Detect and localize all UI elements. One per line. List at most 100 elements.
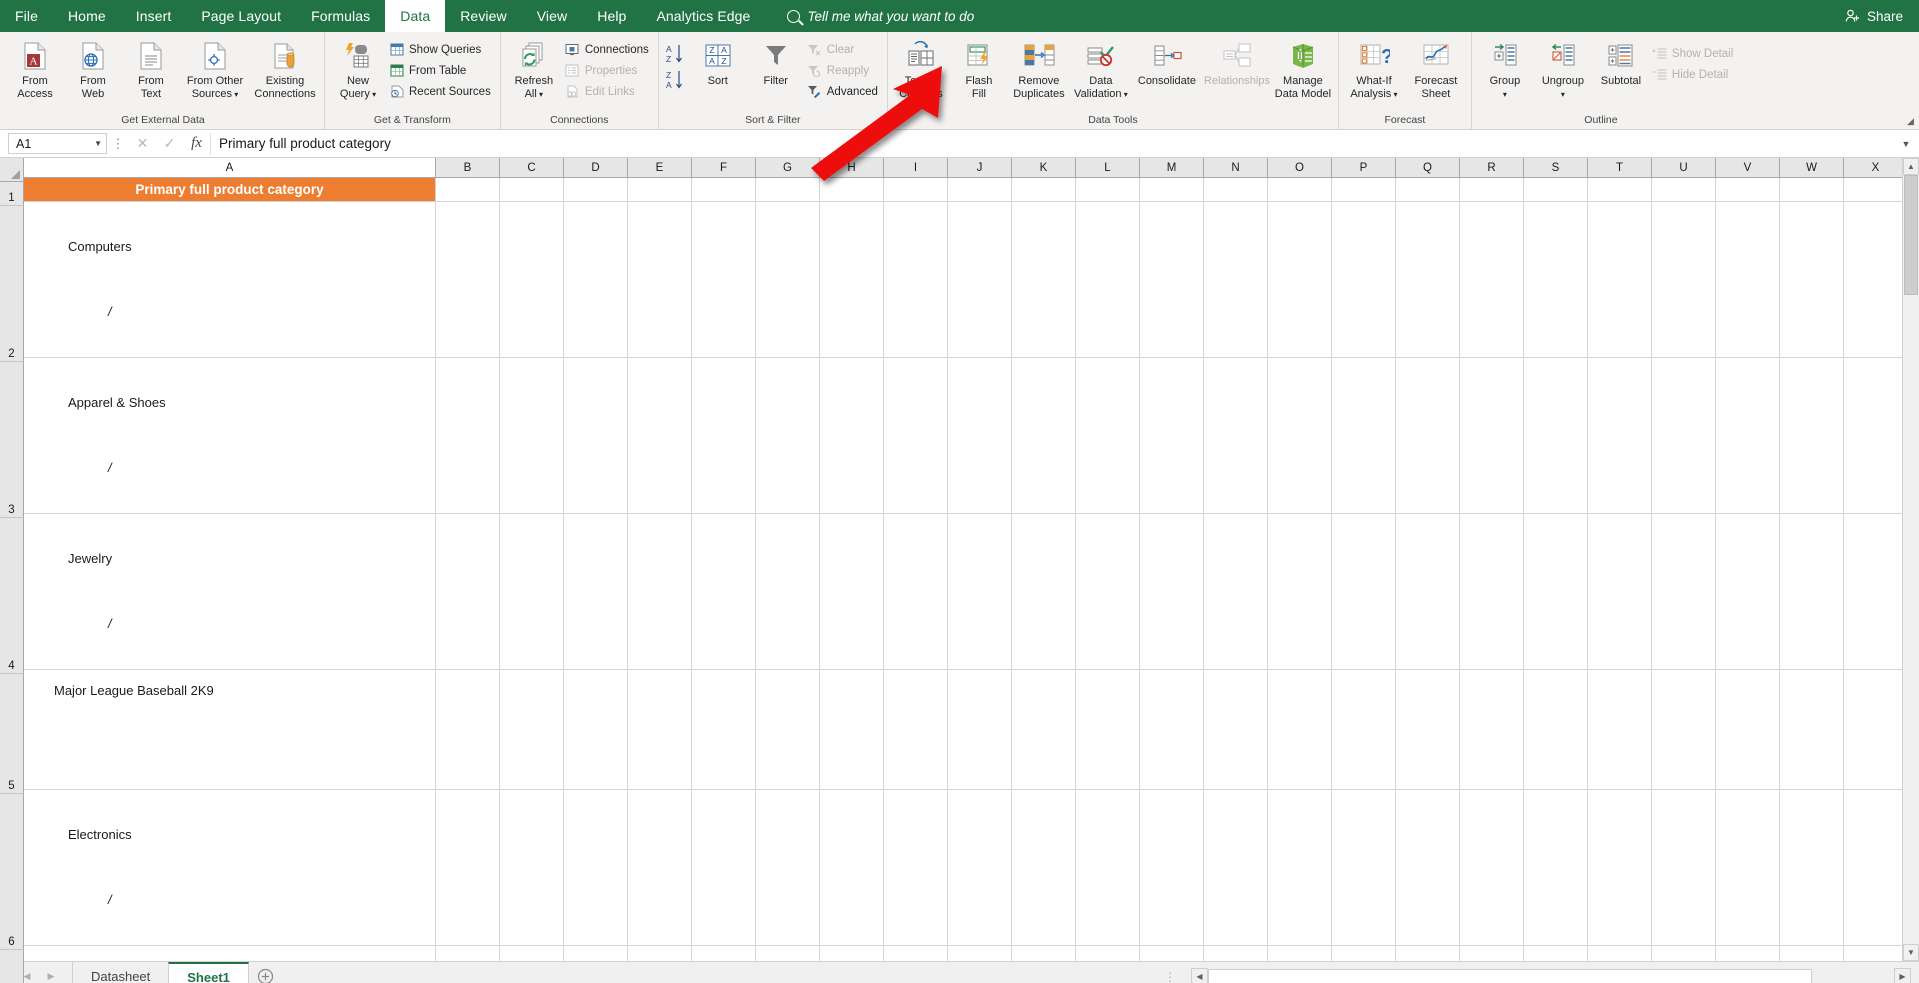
- cell-O6[interactable]: [1268, 790, 1332, 945]
- sort-button[interactable]: Z A A Z Sort: [689, 35, 747, 88]
- cell-H7[interactable]: [820, 946, 884, 961]
- cell-R5[interactable]: [1460, 670, 1524, 789]
- cell-S4[interactable]: [1524, 514, 1588, 669]
- cell-E4[interactable]: [628, 514, 692, 669]
- column-header-V[interactable]: V: [1716, 158, 1780, 178]
- cell-D3[interactable]: [564, 358, 628, 513]
- cell-B4[interactable]: [436, 514, 500, 669]
- cell-L3[interactable]: [1076, 358, 1140, 513]
- scroll-left-icon[interactable]: ◀: [1191, 968, 1208, 983]
- cell-K6[interactable]: [1012, 790, 1076, 945]
- cell-R1[interactable]: [1460, 178, 1524, 201]
- horizontal-scrollbar[interactable]: ◀ ▶: [1191, 968, 1911, 983]
- from-text-button[interactable]: From Text: [122, 35, 180, 100]
- data-validation-button[interactable]: Data Validation ▾: [1070, 35, 1132, 101]
- tab-page-layout[interactable]: Page Layout: [186, 0, 296, 32]
- cell-U2[interactable]: [1652, 202, 1716, 357]
- row-header-1[interactable]: 1: [0, 182, 24, 206]
- cell-L6[interactable]: [1076, 790, 1140, 945]
- cell-H1[interactable]: [820, 178, 884, 201]
- cell-T7[interactable]: [1588, 946, 1652, 961]
- cell-K3[interactable]: [1012, 358, 1076, 513]
- row-header-3[interactable]: 3: [0, 362, 24, 518]
- cell-T5[interactable]: [1588, 670, 1652, 789]
- cell-U4[interactable]: [1652, 514, 1716, 669]
- cell-W7[interactable]: [1780, 946, 1844, 961]
- manage-data-model-button[interactable]: Manage Data Model: [1272, 35, 1334, 100]
- cell-I3[interactable]: [884, 358, 948, 513]
- cell-F3[interactable]: [692, 358, 756, 513]
- cell-Q2[interactable]: [1396, 202, 1460, 357]
- cell-P6[interactable]: [1332, 790, 1396, 945]
- column-header-G[interactable]: G: [756, 158, 820, 178]
- cell-O5[interactable]: [1268, 670, 1332, 789]
- cell-K7[interactable]: [1012, 946, 1076, 961]
- cell-B6[interactable]: [436, 790, 500, 945]
- cell-A5[interactable]: Major League Baseball 2K9: [24, 670, 436, 789]
- cell-U1[interactable]: [1652, 178, 1716, 201]
- vertical-scroll-track[interactable]: [1903, 175, 1919, 944]
- filter-button[interactable]: Filter: [747, 35, 805, 88]
- cell-O7[interactable]: [1268, 946, 1332, 961]
- cell-U5[interactable]: [1652, 670, 1716, 789]
- column-header-O[interactable]: O: [1268, 158, 1332, 178]
- row-header-4[interactable]: 4: [0, 518, 24, 674]
- cell-C6[interactable]: [500, 790, 564, 945]
- cell-S5[interactable]: [1524, 670, 1588, 789]
- cell-N5[interactable]: [1204, 670, 1268, 789]
- cell-G5[interactable]: [756, 670, 820, 789]
- cell-T4[interactable]: [1588, 514, 1652, 669]
- column-header-J[interactable]: J: [948, 158, 1012, 178]
- cell-W5[interactable]: [1780, 670, 1844, 789]
- cell-W3[interactable]: [1780, 358, 1844, 513]
- cell-M2[interactable]: [1140, 202, 1204, 357]
- column-header-D[interactable]: D: [564, 158, 628, 178]
- cell-M4[interactable]: [1140, 514, 1204, 669]
- cell-A4[interactable]: Jewelry /: [24, 514, 436, 669]
- cell-F6[interactable]: [692, 790, 756, 945]
- cell-P1[interactable]: [1332, 178, 1396, 201]
- cell-F7[interactable]: [692, 946, 756, 961]
- column-header-F[interactable]: F: [692, 158, 756, 178]
- cell-R2[interactable]: [1460, 202, 1524, 357]
- cell-M1[interactable]: [1140, 178, 1204, 201]
- column-header-C[interactable]: C: [500, 158, 564, 178]
- refresh-all-button[interactable]: Refresh All ▾: [505, 35, 563, 101]
- flash-fill-button[interactable]: Flash Fill: [950, 35, 1008, 100]
- sheet-tab-datasheet[interactable]: Datasheet: [73, 961, 169, 983]
- cell-G4[interactable]: [756, 514, 820, 669]
- cell-M7[interactable]: [1140, 946, 1204, 961]
- from-access-button[interactable]: A From Access: [6, 35, 64, 100]
- cell-C7[interactable]: [500, 946, 564, 961]
- column-header-P[interactable]: P: [1332, 158, 1396, 178]
- vertical-scroll-thumb[interactable]: [1904, 175, 1918, 295]
- cell-T6[interactable]: [1588, 790, 1652, 945]
- cell-G7[interactable]: [756, 946, 820, 961]
- row-header-6[interactable]: 6: [0, 794, 24, 950]
- cell-J6[interactable]: [948, 790, 1012, 945]
- horizontal-scroll-track[interactable]: [1208, 968, 1894, 983]
- cell-I6[interactable]: [884, 790, 948, 945]
- column-header-W[interactable]: W: [1780, 158, 1844, 178]
- cell-V5[interactable]: [1716, 670, 1780, 789]
- cell-P4[interactable]: [1332, 514, 1396, 669]
- share-button[interactable]: Share: [1845, 0, 1903, 32]
- scroll-right-icon[interactable]: ▶: [1894, 968, 1911, 983]
- advanced-filter-button[interactable]: Advanced: [805, 81, 883, 102]
- cell-I7[interactable]: [884, 946, 948, 961]
- cell-H2[interactable]: [820, 202, 884, 357]
- insert-function-icon[interactable]: fx: [183, 133, 210, 155]
- what-if-analysis-button[interactable]: ? What-If Analysis ▾: [1343, 35, 1405, 101]
- column-header-R[interactable]: R: [1460, 158, 1524, 178]
- cell-F2[interactable]: [692, 202, 756, 357]
- cancel-icon[interactable]: ✕: [129, 133, 156, 155]
- row-header-5[interactable]: 5: [0, 674, 24, 794]
- cell-M3[interactable]: [1140, 358, 1204, 513]
- text-to-columns-button[interactable]: Text to Columns: [892, 35, 950, 100]
- cell-J5[interactable]: [948, 670, 1012, 789]
- cell-E2[interactable]: [628, 202, 692, 357]
- cell-W1[interactable]: [1780, 178, 1844, 201]
- cell-T2[interactable]: [1588, 202, 1652, 357]
- cell-L7[interactable]: [1076, 946, 1140, 961]
- cell-D6[interactable]: [564, 790, 628, 945]
